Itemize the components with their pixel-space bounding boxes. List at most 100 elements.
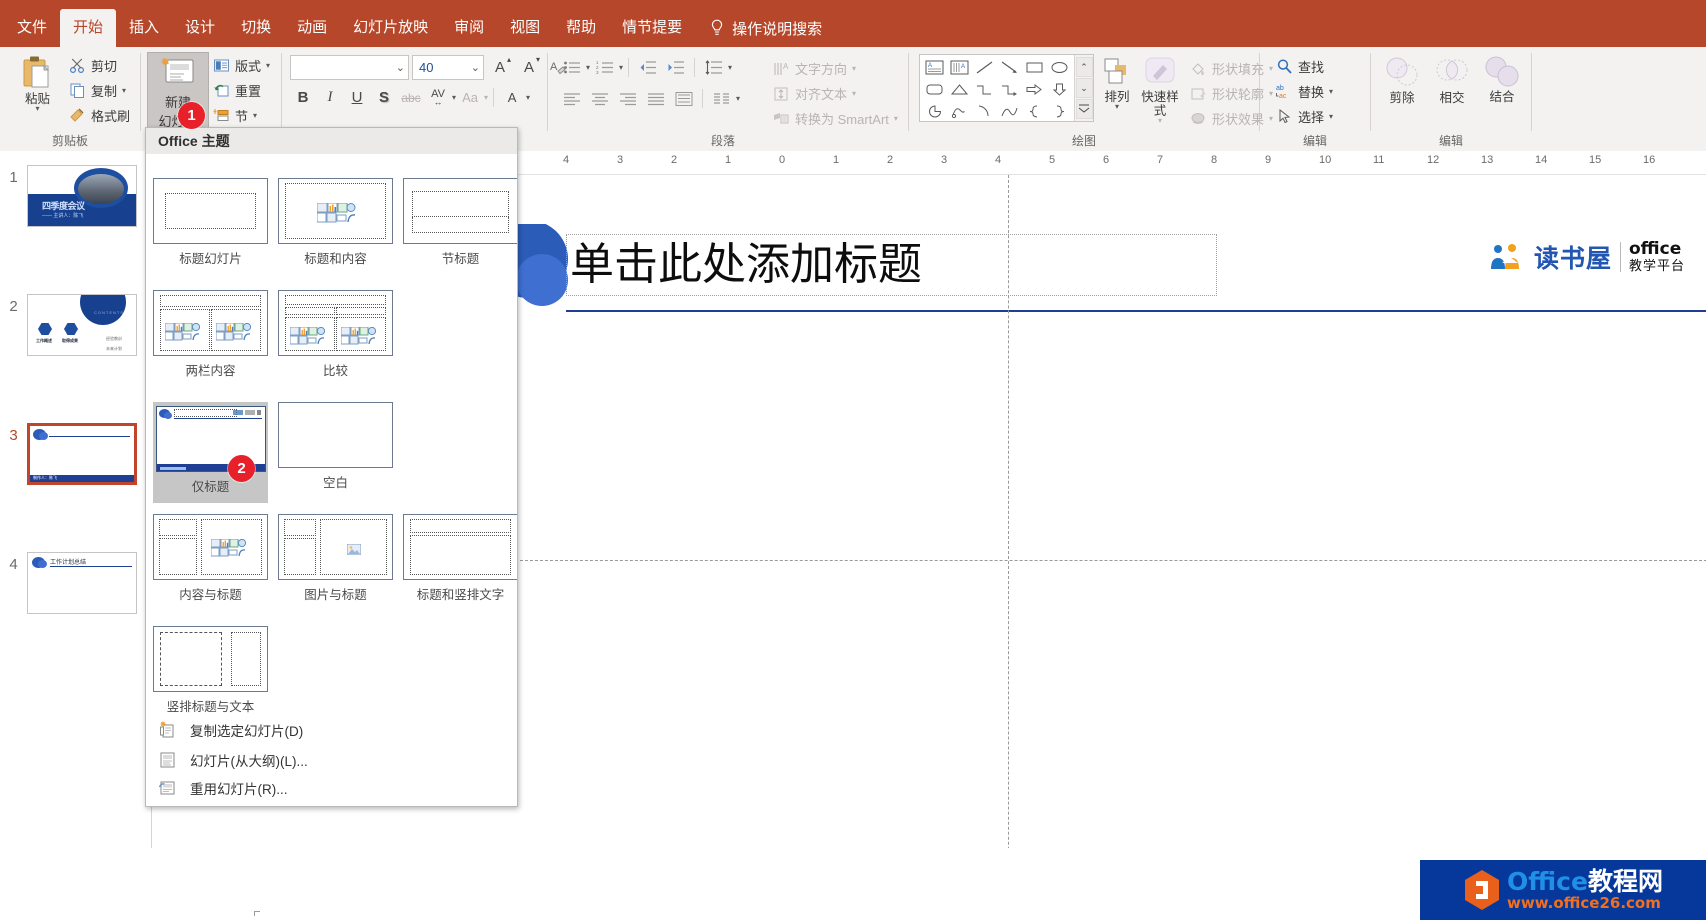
tab-storyboard[interactable]: 情节提要 xyxy=(609,9,695,47)
shape-elbow-arrow-icon[interactable] xyxy=(997,78,1022,100)
find-button[interactable]: 查找 xyxy=(1272,54,1328,79)
gallery-scroll-up-icon[interactable]: ⌃ xyxy=(1076,57,1093,77)
paste-dropdown-caret[interactable]: ▾ xyxy=(35,106,39,112)
section-button[interactable]: 节 ▾ xyxy=(209,103,274,128)
intersect-button[interactable]: 相交 xyxy=(1429,53,1475,105)
grow-font-button[interactable]: A▴ xyxy=(487,55,513,80)
bullets-caret[interactable]: ▾ xyxy=(586,65,590,71)
replace-caret[interactable]: ▾ xyxy=(1329,89,1333,95)
layout-option-title-and-vertical-text[interactable]: 标题和竖排文字 xyxy=(403,514,518,609)
tab-view[interactable]: 视图 xyxy=(497,9,553,47)
shape-curve-icon[interactable] xyxy=(997,100,1022,122)
tab-insert[interactable]: 插入 xyxy=(116,9,172,47)
menu-item-reuse-slides[interactable]: 重用幻灯片(R)... xyxy=(146,774,518,802)
font-size-chevron-down-icon[interactable]: ⌄ xyxy=(471,61,480,74)
thumbnail-item-3[interactable]: 3 制作人：陈飞 xyxy=(0,423,152,485)
reset-button[interactable]: 重置 xyxy=(209,78,274,103)
thumbnail-item-4[interactable]: 4 工作计划总结 xyxy=(0,552,152,614)
gallery-scroll-down-icon[interactable]: ⌄ xyxy=(1076,78,1093,98)
shape-vertical-text-box-icon[interactable]: A xyxy=(947,56,972,78)
title-placeholder[interactable]: 单击此处添加标题 xyxy=(566,234,1217,296)
font-color-button[interactable]: A xyxy=(499,85,525,110)
select-button[interactable]: 选择 ▾ xyxy=(1272,104,1337,129)
character-spacing-caret[interactable]: ▾ xyxy=(452,95,456,101)
layout-dropdown-caret[interactable]: ▾ xyxy=(266,63,270,69)
quick-styles-button[interactable]: 快速样式 ▾ xyxy=(1140,54,1180,124)
shape-elbow-connector-icon[interactable] xyxy=(972,78,997,100)
shape-triangle-icon[interactable] xyxy=(947,78,972,100)
decrease-indent-button[interactable] xyxy=(634,55,661,80)
align-right-button[interactable] xyxy=(614,86,641,111)
line-spacing-caret[interactable]: ▾ xyxy=(728,65,732,71)
line-spacing-button[interactable] xyxy=(700,55,727,80)
layout-button[interactable]: 版式 ▾ xyxy=(209,53,274,78)
shape-down-arrow-icon[interactable] xyxy=(1047,78,1072,100)
underline-button[interactable]: U xyxy=(344,85,370,110)
thumbnail-preview-1[interactable]: 四季度会议 —— 主讲人：陈飞 xyxy=(27,165,137,227)
select-caret[interactable]: ▾ xyxy=(1329,114,1333,120)
layout-option-content-with-caption[interactable]: 内容与标题 xyxy=(153,514,268,609)
menu-item-slides-from-outline[interactable]: 幻灯片(从大纲)(L)... xyxy=(146,746,518,774)
tab-design[interactable]: 设计 xyxy=(172,9,228,47)
strikethrough-button[interactable]: abc xyxy=(398,85,424,110)
quick-styles-caret[interactable]: ▾ xyxy=(1158,118,1162,124)
increase-indent-button[interactable] xyxy=(662,55,689,80)
layout-option-title-and-content[interactable]: 标题和内容 xyxy=(278,178,393,273)
tab-animations[interactable]: 动画 xyxy=(284,9,340,47)
italic-button[interactable]: I xyxy=(317,85,343,110)
shape-right-arrow-icon[interactable] xyxy=(1022,78,1047,100)
shape-rounded-rectangle-icon[interactable] xyxy=(922,78,947,100)
shape-right-brace-icon[interactable] xyxy=(1047,100,1072,122)
character-spacing-button[interactable]: AV ↔ xyxy=(425,85,451,110)
shape-line-icon[interactable] xyxy=(972,56,997,78)
layout-option-vertical-title-and-text[interactable]: 竖排标题与文本 xyxy=(153,626,268,721)
change-case-caret[interactable]: ▾ xyxy=(484,95,488,101)
columns-button[interactable] xyxy=(708,86,735,111)
shape-pie-icon[interactable] xyxy=(922,100,947,122)
thumbnail-preview-4[interactable]: 工作计划总结 xyxy=(27,552,137,614)
thumbnail-preview-3[interactable]: 制作人：陈飞 xyxy=(27,423,137,485)
thumbnail-item-2[interactable]: 2 目录 CONTENTS 工作概述 取得成果 经验教训 未来计划 xyxy=(0,294,152,356)
change-case-button[interactable]: Aa xyxy=(457,85,483,110)
layout-option-title-slide[interactable]: 标题幻灯片 xyxy=(153,178,268,273)
arrange-button[interactable]: 排列 ▾ xyxy=(1100,54,1134,110)
layout-option-picture-with-caption[interactable]: 图片与标题 xyxy=(278,514,393,609)
tab-help[interactable]: 帮助 xyxy=(553,9,609,47)
shape-text-box-icon[interactable]: A xyxy=(922,56,947,78)
columns-caret[interactable]: ▾ xyxy=(736,96,740,102)
tell-me-search[interactable]: 操作说明搜索 xyxy=(695,9,822,47)
numbering-caret[interactable]: ▾ xyxy=(619,65,623,71)
align-left-button[interactable] xyxy=(558,86,585,111)
align-center-button[interactable] xyxy=(586,86,613,111)
shape-freeform-icon[interactable] xyxy=(947,100,972,122)
layout-option-title-only[interactable]: 仅标题 xyxy=(153,402,268,503)
shape-rectangle-icon[interactable] xyxy=(1022,56,1047,78)
align-text-caret[interactable]: ▾ xyxy=(852,91,856,97)
shapes-gallery[interactable]: A A xyxy=(919,54,1094,122)
tab-slideshow[interactable]: 幻灯片放映 xyxy=(340,9,441,47)
arrange-caret[interactable]: ▾ xyxy=(1115,104,1119,110)
slide-thumbnail-pane[interactable]: 1 四季度会议 —— 主讲人：陈飞 2 目录 CONTENTS 工作概述 取得成… xyxy=(0,151,152,848)
font-name-chevron-down-icon[interactable]: ⌄ xyxy=(396,61,405,74)
layout-option-section-header[interactable]: 节标题 xyxy=(403,178,518,273)
text-direction-button[interactable]: A 文字方向 ▾ xyxy=(769,56,860,81)
gallery-more-icon[interactable] xyxy=(1076,99,1093,119)
copy-button[interactable]: 复制 ▾ xyxy=(65,78,134,103)
shape-left-brace-icon[interactable] xyxy=(1022,100,1047,122)
font-color-caret[interactable]: ▾ xyxy=(526,95,530,101)
tab-transitions[interactable]: 切换 xyxy=(228,9,284,47)
text-direction-caret[interactable]: ▾ xyxy=(852,66,856,72)
layout-option-blank[interactable]: 空白 xyxy=(278,402,393,497)
align-text-button[interactable]: 对齐文本 ▾ xyxy=(769,81,860,106)
paste-button[interactable]: 粘贴 ▾ xyxy=(10,52,65,112)
bullets-button[interactable] xyxy=(558,55,585,80)
subtract-button[interactable]: 剪除 xyxy=(1379,53,1425,105)
text-shadow-button[interactable]: S xyxy=(371,85,397,110)
tab-home[interactable]: 开始 xyxy=(60,9,116,47)
layout-option-comparison[interactable]: 比较 xyxy=(278,290,393,385)
shrink-font-button[interactable]: A▾ xyxy=(516,55,542,80)
menu-item-duplicate-slide[interactable]: 复制选定幻灯片(D) xyxy=(146,716,518,744)
tab-review[interactable]: 审阅 xyxy=(441,9,497,47)
shape-oval-icon[interactable] xyxy=(1047,56,1072,78)
replace-button[interactable]: abac 替换 ▾ xyxy=(1272,79,1337,104)
